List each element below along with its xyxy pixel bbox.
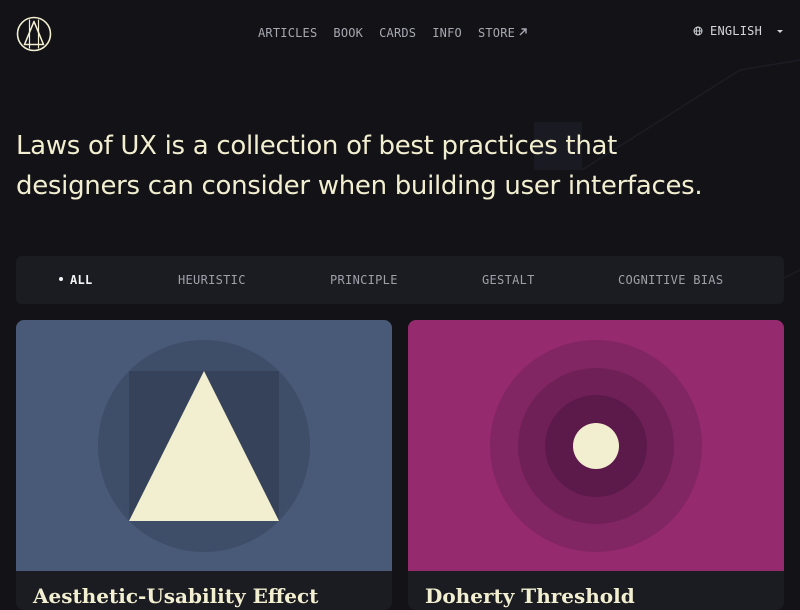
filter-principle[interactable]: PRINCIPLE xyxy=(330,273,398,287)
category-filter-bar: ALL HEURISTIC PRINCIPLE GESTALT COGNITIV… xyxy=(16,256,784,304)
nav-articles[interactable]: ARTICLES xyxy=(258,25,317,41)
triangle-illustration xyxy=(16,320,392,571)
card-title: Doherty Threshold xyxy=(425,584,635,608)
language-label: ENGLISH xyxy=(710,24,762,38)
main-nav: ARTICLES BOOK CARDS INFO STORE xyxy=(258,25,528,41)
concentric-circles-illustration xyxy=(408,320,784,571)
caret-down-icon xyxy=(776,29,784,34)
law-card-doherty-threshold[interactable]: Doherty Threshold xyxy=(408,320,784,610)
law-card-aesthetic-usability[interactable]: Aesthetic-Usability Effect xyxy=(16,320,392,610)
globe-icon xyxy=(693,26,703,36)
nav-info[interactable]: INFO xyxy=(432,25,462,41)
active-dot-icon xyxy=(59,276,63,281)
filter-all[interactable]: ALL xyxy=(59,273,93,287)
site-header: ARTICLES BOOK CARDS INFO STORE ENGLISH xyxy=(0,0,800,68)
filter-heuristic[interactable]: HEURISTIC xyxy=(178,273,246,287)
filter-cognitive-bias[interactable]: COGNITIVE BIAS xyxy=(618,273,723,287)
filter-gestalt[interactable]: GESTALT xyxy=(482,273,535,287)
filter-all-label: ALL xyxy=(70,273,93,287)
nav-store-label: STORE xyxy=(477,26,516,40)
nav-cards[interactable]: CARDS xyxy=(379,25,416,41)
nav-book[interactable]: BOOK xyxy=(333,25,363,41)
language-selector[interactable]: ENGLISH xyxy=(693,24,784,38)
card-title: Aesthetic-Usability Effect xyxy=(33,584,319,608)
laws-of-ux-logo-icon[interactable] xyxy=(16,16,52,52)
hero-intro-text: Laws of UX is a collection of best pract… xyxy=(16,131,703,201)
nav-store[interactable]: STORE xyxy=(478,25,528,41)
external-arrow-icon xyxy=(518,26,528,40)
